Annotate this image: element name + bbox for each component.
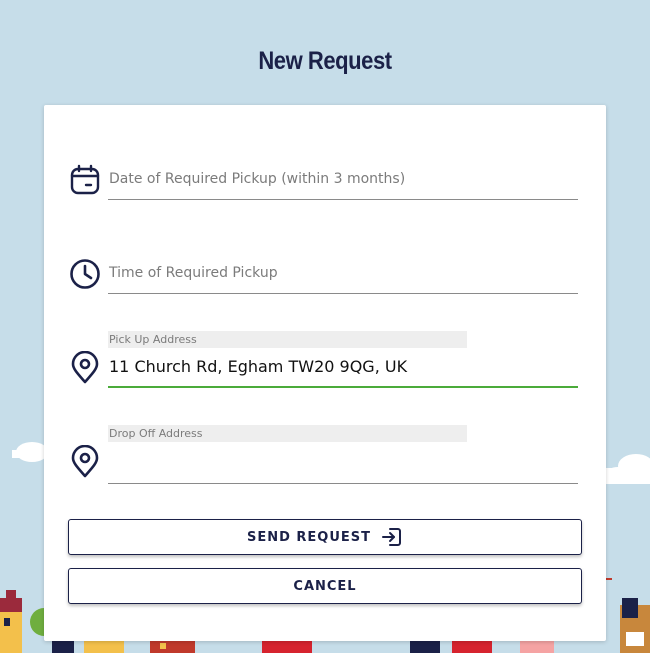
request-form-card: Date of Required Pickup (within 3 months… xyxy=(44,105,606,641)
location-pin-icon xyxy=(68,351,102,385)
calendar-icon xyxy=(68,163,102,197)
page-title: New Request xyxy=(258,46,392,75)
date-placeholder: Date of Required Pickup (within 3 months… xyxy=(109,171,406,187)
cancel-button[interactable]: CANCEL xyxy=(68,568,582,604)
dropoff-address-label: Drop Off Address xyxy=(108,425,467,442)
date-input[interactable]: Date of Required Pickup (within 3 months… xyxy=(108,171,578,200)
dropoff-address-value xyxy=(108,451,578,461)
dropoff-address-input[interactable] xyxy=(108,451,578,484)
sign-in-icon xyxy=(381,526,403,548)
houses-right xyxy=(600,578,650,653)
pickup-address-value: 11 Church Rd, Egham TW20 9QG, UK xyxy=(109,357,408,376)
clock-icon xyxy=(68,257,102,291)
cancel-label: CANCEL xyxy=(293,578,357,594)
time-input[interactable]: Time of Required Pickup xyxy=(108,265,578,294)
houses-bottom xyxy=(84,641,554,653)
send-request-button[interactable]: SEND REQUEST xyxy=(68,519,582,555)
pickup-address-label: Pick Up Address xyxy=(108,331,467,348)
cloud-right xyxy=(605,454,650,484)
location-pin-icon xyxy=(68,445,102,479)
pickup-address-input[interactable]: 11 Church Rd, Egham TW20 9QG, UK xyxy=(108,357,578,388)
time-placeholder: Time of Required Pickup xyxy=(109,265,278,281)
send-request-label: SEND REQUEST xyxy=(246,529,372,545)
